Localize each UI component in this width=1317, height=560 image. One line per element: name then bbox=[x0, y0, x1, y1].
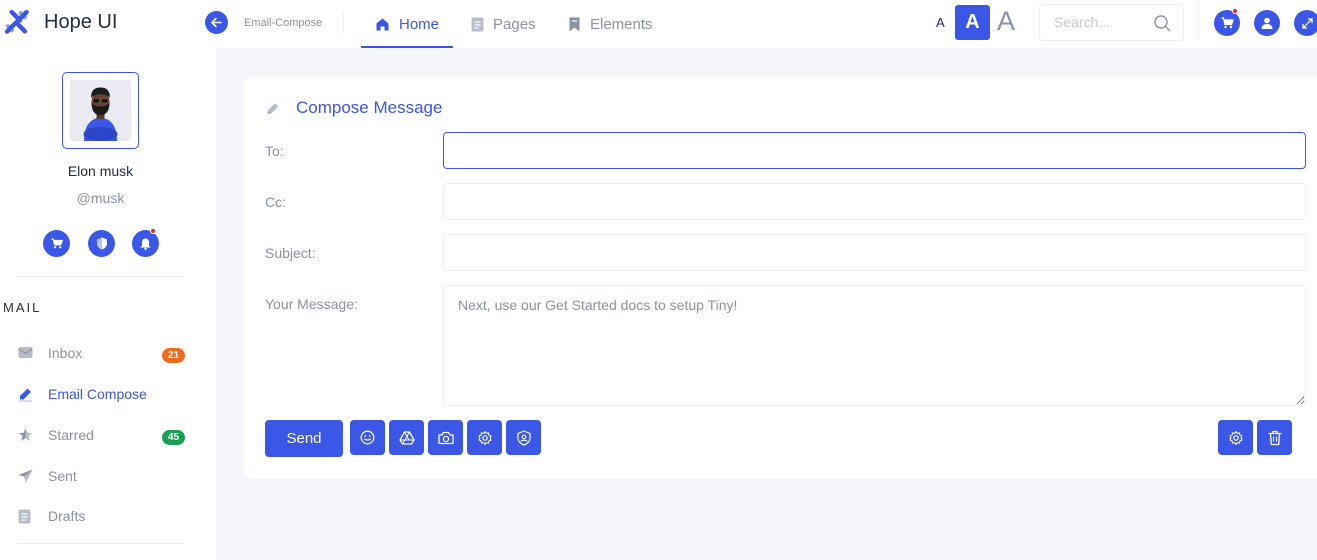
settings-button[interactable] bbox=[467, 420, 502, 455]
profile-shield-button[interactable] bbox=[88, 230, 115, 257]
emoji-button[interactable] bbox=[350, 420, 385, 455]
compose-title: Compose Message bbox=[296, 98, 443, 117]
sidebar-item-label: Inbox bbox=[48, 345, 83, 361]
search-box bbox=[1039, 4, 1184, 41]
avatar-image bbox=[70, 80, 131, 141]
contact-button[interactable] bbox=[506, 420, 541, 455]
fullscreen-button[interactable] bbox=[1294, 10, 1317, 36]
divider bbox=[343, 12, 344, 34]
inbox-icon bbox=[18, 347, 33, 358]
gear-icon bbox=[477, 430, 492, 445]
profile-cart-button[interactable] bbox=[43, 230, 70, 257]
send-icon bbox=[18, 469, 33, 483]
mail-sidebar: Elon musk @musk MAIL Inbox 21 Email Comp… bbox=[0, 48, 216, 560]
user-icon bbox=[1261, 17, 1273, 29]
hope-ui-logo-icon bbox=[4, 9, 29, 34]
search-icon[interactable] bbox=[1153, 14, 1171, 32]
gear-icon bbox=[1228, 430, 1243, 445]
star-icon bbox=[18, 428, 33, 441]
send-button[interactable]: Send bbox=[265, 420, 343, 457]
sidebar-item-inbox[interactable]: Inbox 21 bbox=[0, 334, 216, 374]
bookmark-icon bbox=[569, 17, 580, 31]
cart-icon bbox=[1221, 17, 1234, 29]
trash-icon bbox=[1267, 430, 1282, 445]
google-drive-icon bbox=[398, 430, 415, 445]
message-label: Your Message: bbox=[265, 296, 358, 312]
tab-home[interactable]: Home bbox=[360, 0, 454, 48]
person-avatar-icon bbox=[70, 80, 131, 141]
sidebar-item-label: Sent bbox=[48, 468, 77, 484]
profile-name: Elon musk bbox=[67, 163, 134, 179]
search-input[interactable] bbox=[1054, 14, 1149, 30]
tab-pages[interactable]: Pages bbox=[471, 0, 536, 48]
back-button[interactable] bbox=[205, 11, 228, 34]
sidebar-item-email-compose[interactable]: Email Compose bbox=[0, 375, 216, 415]
subject-field[interactable] bbox=[443, 234, 1306, 271]
sidebar-item-drafts[interactable]: Drafts bbox=[0, 497, 216, 537]
font-size-small-button[interactable]: A bbox=[936, 15, 945, 30]
brand[interactable]: Hope UI bbox=[0, 0, 216, 48]
tab-elements-label: Elements bbox=[590, 15, 653, 33]
profile-notification-button[interactable] bbox=[132, 228, 159, 257]
document-icon bbox=[471, 17, 484, 31]
pen-icon bbox=[19, 388, 32, 402]
subject-label: Subject: bbox=[265, 245, 316, 261]
sidebar-item-label: Drafts bbox=[48, 508, 86, 524]
user-circle-icon bbox=[516, 429, 531, 446]
sidebar-item-label: Starred bbox=[48, 427, 94, 443]
pen-icon bbox=[267, 103, 279, 115]
sidebar-item-starred[interactable]: Starred 45 bbox=[0, 416, 216, 456]
profile-handle: @musk bbox=[76, 190, 125, 206]
notification-dot bbox=[1232, 8, 1238, 14]
font-size-large-button[interactable]: A bbox=[997, 6, 1015, 37]
starred-count-badge: 45 bbox=[162, 430, 186, 445]
camera-button[interactable] bbox=[428, 420, 463, 455]
message-textarea[interactable] bbox=[443, 285, 1306, 406]
compose-settings-button[interactable] bbox=[1218, 420, 1253, 455]
draft-icon bbox=[18, 509, 31, 524]
sidebar-item-sent[interactable]: Sent bbox=[0, 457, 216, 497]
camera-icon bbox=[437, 431, 454, 444]
expand-icon bbox=[1301, 17, 1313, 29]
font-size-medium-button[interactable]: A bbox=[955, 5, 990, 40]
tab-home-label: Home bbox=[399, 15, 440, 33]
mail-section-heading: MAIL bbox=[3, 300, 42, 315]
cart-icon bbox=[51, 238, 63, 249]
cc-label: Cc: bbox=[265, 194, 286, 210]
unread-count-badge: 21 bbox=[162, 348, 186, 363]
divider bbox=[17, 276, 184, 277]
tab-pages-label: Pages bbox=[493, 15, 536, 33]
to-label: To: bbox=[265, 143, 284, 159]
sidebar-item-label: Email Compose bbox=[48, 386, 147, 402]
arrow-left-icon bbox=[211, 17, 222, 28]
smile-icon bbox=[360, 430, 375, 445]
breadcrumb: Email-Compose bbox=[244, 17, 323, 29]
to-field[interactable] bbox=[443, 132, 1306, 169]
notification-dot bbox=[150, 228, 156, 234]
user-menu-button[interactable] bbox=[1254, 10, 1280, 36]
delete-button[interactable] bbox=[1257, 420, 1292, 455]
drive-button[interactable] bbox=[389, 420, 424, 455]
cc-field[interactable] bbox=[443, 183, 1306, 220]
divider bbox=[17, 543, 184, 544]
bell-icon bbox=[140, 238, 151, 250]
cart-button[interactable] bbox=[1214, 8, 1240, 36]
compose-card: Compose Message To: Cc: Subject: Your Me… bbox=[244, 78, 1317, 478]
divider bbox=[1198, 4, 1199, 40]
top-navbar: Hope UI Email-Compose Home Pages Element… bbox=[0, 0, 1317, 48]
home-icon bbox=[376, 18, 389, 30]
shield-icon bbox=[96, 237, 107, 250]
tab-elements[interactable]: Elements bbox=[568, 0, 653, 48]
brand-title: Hope UI bbox=[44, 11, 118, 33]
avatar[interactable] bbox=[62, 72, 139, 149]
